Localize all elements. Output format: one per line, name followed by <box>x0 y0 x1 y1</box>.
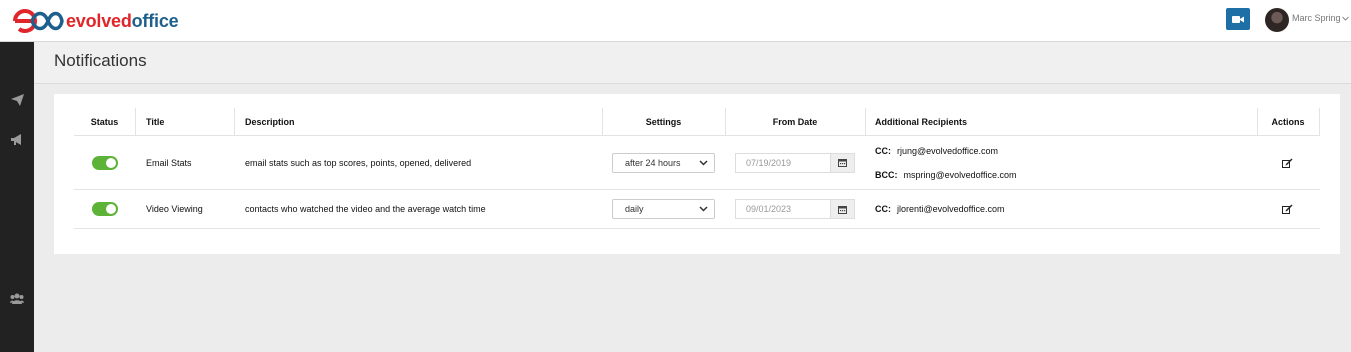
notifications-table: Status Title Description Settings From D… <box>74 108 1320 229</box>
row-description: contacts who watched the video and the a… <box>245 204 486 214</box>
avatar[interactable] <box>1265 8 1289 32</box>
chevron-down-icon <box>1341 16 1349 21</box>
table-row: Video Viewing contacts who watched the v… <box>74 190 1320 229</box>
logo-text: evolvedoffice <box>66 10 179 31</box>
setting-dropdown[interactable]: daily <box>612 199 715 219</box>
header-settings: Settings <box>645 116 682 127</box>
chevron-down-icon <box>699 206 708 212</box>
calendar-button[interactable] <box>830 199 855 219</box>
user-menu[interactable]: Marc Spring <box>1292 13 1349 23</box>
megaphone-icon <box>10 134 21 145</box>
cc-line: CC: rjung@evolvedoffice.com <box>875 146 999 156</box>
from-date-field[interactable]: 07/19/2019 <box>735 136 855 189</box>
chevron-down-icon <box>699 159 708 166</box>
recipients-cell: CC: rjung@evolvedoffice.com BCC: mspring@e… <box>875 136 1255 189</box>
table-row: Email Stats email stats such as top scor… <box>74 136 1320 190</box>
evolvedoffice-logo[interactable]: evolvedoffice <box>12 6 179 36</box>
logo-mark-icon <box>13 9 64 33</box>
row-description: email stats such as top scores, points, … <box>245 157 472 168</box>
toggle-switch[interactable] <box>92 155 118 170</box>
from-date-input[interactable]: 09/01/2023 <box>735 199 830 219</box>
cc-email: rjung@evolvedoffice.com <box>897 146 999 156</box>
bcc-email: mspring@evolvedoffice.com <box>903 170 1017 180</box>
setting-select[interactable]: after 24 hours <box>612 136 715 189</box>
page-title: Notifications <box>54 51 147 70</box>
toggle-switch[interactable] <box>92 202 118 216</box>
header-description: Description <box>245 116 295 127</box>
paper-plane-icon <box>10 94 24 106</box>
from-date-field[interactable]: 09/01/2023 <box>735 190 855 228</box>
user-name: Marc Spring <box>1292 13 1341 23</box>
edit-button[interactable] <box>1282 190 1293 228</box>
top-bar: evolvedoffice Marc Spring <box>0 0 1351 42</box>
sidebar-item-send[interactable] <box>0 94 34 106</box>
sidebar-item-campaigns[interactable] <box>0 134 34 146</box>
setting-dropdown[interactable]: after 24 hours <box>612 152 715 173</box>
header-title: Title <box>146 116 165 127</box>
calendar-icon <box>838 159 847 167</box>
calendar-icon <box>838 205 847 214</box>
video-camera-icon <box>1232 15 1244 23</box>
edit-icon <box>1282 204 1293 214</box>
header-status: Status <box>90 116 119 127</box>
notifications-card: Status Title Description Settings From D… <box>54 94 1340 254</box>
edit-button[interactable] <box>1282 136 1293 189</box>
calendar-button[interactable] <box>830 152 855 173</box>
cc-line: CC: jlorenti@evolvedoffice.com <box>875 204 1005 214</box>
cc-email: jlorenti@evolvedoffice.com <box>897 204 1005 214</box>
setting-select[interactable]: daily <box>612 190 715 228</box>
header-from-date: From Date <box>772 116 818 127</box>
users-icon <box>10 293 24 304</box>
recipients-cell: CC: jlorenti@evolvedoffice.com <box>875 190 1005 228</box>
row-title: Email Stats <box>146 157 192 168</box>
header-additional-recipients: Additional Recipients <box>875 116 968 127</box>
edit-icon <box>1282 158 1293 168</box>
sidebar <box>0 42 34 352</box>
row-title: Video Viewing <box>146 204 203 214</box>
setting-value: daily <box>625 204 644 214</box>
header-actions: Actions <box>1271 116 1305 127</box>
from-date-input[interactable]: 07/19/2019 <box>735 152 830 173</box>
setting-value: after 24 hours <box>625 157 681 168</box>
status-toggle[interactable] <box>92 136 118 189</box>
page-header: Notifications <box>34 42 1351 84</box>
bcc-line: BCC: mspring@evolvedoffice.com <box>875 170 1017 180</box>
sidebar-item-contacts[interactable] <box>0 293 34 304</box>
video-button[interactable] <box>1226 8 1250 30</box>
table-header-row: Status Title Description Settings From D… <box>74 108 1320 136</box>
status-toggle[interactable] <box>92 190 118 228</box>
